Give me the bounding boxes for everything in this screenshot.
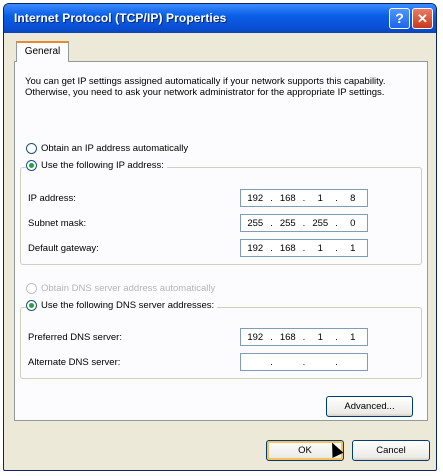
radio-use-following-ip[interactable]: Use the following IP address: xyxy=(26,160,167,171)
tab-general[interactable]: General xyxy=(16,41,69,62)
subnet-mask-field[interactable]: 255. 255. 255. 0 xyxy=(240,214,368,232)
radio-label: Obtain an IP address automatically xyxy=(41,143,189,154)
octet: 192 xyxy=(247,242,264,254)
alternate-dns-label: Alternate DNS server: xyxy=(28,357,121,368)
cancel-button[interactable]: Cancel xyxy=(352,440,430,461)
octet: 1 xyxy=(317,331,323,343)
radio-indicator xyxy=(26,300,37,311)
ip-address-label: IP address: xyxy=(28,193,76,204)
octet: 1 xyxy=(317,192,323,204)
alternate-dns-field[interactable]: . . . xyxy=(240,353,368,371)
radio-use-following-dns[interactable]: Use the following DNS server addresses: xyxy=(26,300,218,311)
radio-label: Obtain DNS server address automatically xyxy=(41,283,216,294)
window-title: Internet Protocol (TCP/IP) Properties xyxy=(14,11,227,25)
radio-label: Use the following DNS server addresses: xyxy=(41,300,215,311)
preferred-dns-field[interactable]: 192. 168. 1. 1 xyxy=(240,328,368,346)
radio-label: Use the following IP address: xyxy=(41,160,164,171)
octet: 255 xyxy=(279,217,296,229)
octet: 192 xyxy=(247,192,264,204)
ip-address-field[interactable]: 192. 168. 1. 8 xyxy=(240,189,368,207)
subnet-mask-label: Subnet mask: xyxy=(28,218,87,229)
octet: 0 xyxy=(350,217,356,229)
octet: 192 xyxy=(247,331,264,343)
octet: 168 xyxy=(279,331,296,343)
title-bar[interactable]: Internet Protocol (TCP/IP) Properties ? … xyxy=(4,4,436,33)
radio-obtain-ip-auto[interactable]: Obtain an IP address automatically xyxy=(26,143,188,154)
default-gateway-label: Default gateway: xyxy=(28,243,99,254)
default-gateway-field[interactable]: 192. 168. 1. 1 xyxy=(240,239,368,257)
octet: 8 xyxy=(350,192,356,204)
octet: 168 xyxy=(279,192,296,204)
preferred-dns-label: Preferred DNS server: xyxy=(28,332,122,343)
general-panel: You can get IP settings assigned automat… xyxy=(14,61,428,421)
octet: 255 xyxy=(312,217,329,229)
octet: 1 xyxy=(350,242,356,254)
description-text: You can get IP settings assigned automat… xyxy=(25,76,386,98)
radio-obtain-dns-auto[interactable]: Obtain DNS server address automatically xyxy=(26,283,215,294)
close-button[interactable]: ✕ xyxy=(412,8,433,29)
advanced-button[interactable]: Advanced... xyxy=(326,396,413,417)
octet: 1 xyxy=(350,331,356,343)
help-button[interactable]: ? xyxy=(389,8,410,29)
octet: 168 xyxy=(279,242,296,254)
octet: 255 xyxy=(247,217,264,229)
tcpip-properties-dialog: Internet Protocol (TCP/IP) Properties ? … xyxy=(3,3,437,471)
octet: 1 xyxy=(317,242,323,254)
radio-indicator xyxy=(26,143,37,154)
radio-indicator xyxy=(26,160,37,171)
radio-indicator xyxy=(26,283,37,294)
